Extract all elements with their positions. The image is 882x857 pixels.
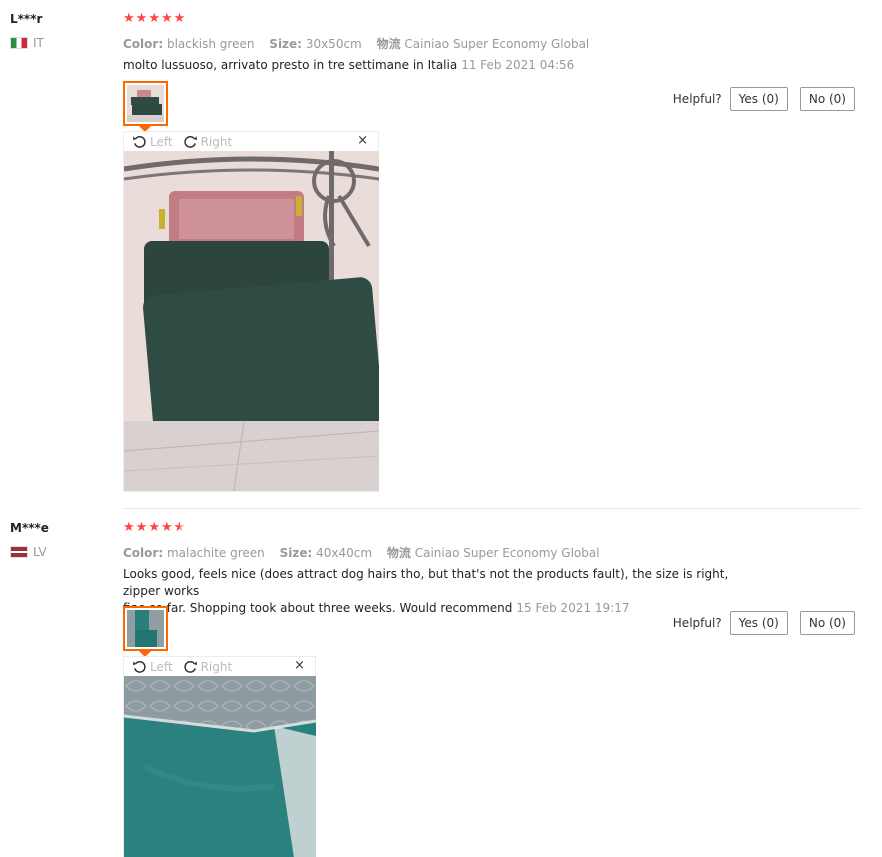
helpful-vote: Helpful? Yes (0) No (0) [673,611,855,635]
sku-label: Color: [123,37,164,51]
sku-info: Color: blackish green Size: 30x50cm 物流 C… [123,35,600,52]
sku-label: Size: [279,546,313,560]
review-item: M***e LV ★ ★ ★ ★ ★ Color: malachite gree… [0,509,882,857]
rotate-left-button[interactable]: Left [132,134,173,149]
rotate-left-label: Left [150,134,173,149]
star-icon: ★ [135,11,148,26]
review-item: L***r IT ★ ★ ★ ★ ★ Color: blackish green… [0,0,882,508]
photo-viewer: Left Right × [123,656,316,857]
review-body-line: fine so far. Shopping took about three w… [123,601,513,615]
sku-label: 物流 [386,546,411,560]
helpful-label: Helpful? [672,616,722,630]
country-code: LV [33,545,47,559]
rotate-right-icon [183,136,197,148]
review-date: 15 Feb 2021 19:17 [516,601,630,615]
flag-icon [10,546,28,558]
sku-label: 物流 [376,37,401,51]
rotate-right-label: Right [200,659,233,674]
star-icon: ★ [148,520,160,535]
photo-thumbnail[interactable] [123,81,168,132]
star-rating: ★ ★ ★ ★ ★ [123,520,186,536]
star-icon: ★ [148,11,160,26]
rotate-left-icon [132,136,146,148]
review-photo[interactable] [124,151,379,491]
sku-value: Cainiao Super Economy Global [414,546,600,560]
star-icon: ★ [123,11,135,26]
rotate-left-label: Left [150,659,173,674]
photo-viewer: Left Right × [123,131,379,492]
helpful-yes-button[interactable]: Yes (0) [729,611,788,635]
flag-icon [10,37,28,49]
rotate-right-button[interactable]: Right [183,134,233,149]
sku-label: Color: [123,546,164,560]
photo-thumbnail[interactable] [123,606,168,657]
viewer-toolbar: Left Right × [124,657,315,676]
sku-label: Size: [269,37,302,51]
star-icon: ★ [135,520,148,535]
star-rating: ★ ★ ★ ★ ★ [123,12,185,26]
rotate-right-label: Right [200,134,233,149]
sku-value: malachite green [166,546,265,560]
star-icon: ★ [123,520,135,535]
country-code: IT [33,36,44,50]
review-photo[interactable] [124,676,316,857]
helpful-no-button[interactable]: No (0) [799,611,855,635]
helpful-label: Helpful? [672,92,722,106]
reviewer-country: LV [10,545,47,559]
rotate-right-icon [183,661,197,673]
review-body: molto lussuoso, arrivato presto in tre s… [123,58,458,72]
sku-value: Cainiao Super Economy Global [404,37,590,51]
reviewer-name: L***r [10,12,43,26]
sku-value: 30x50cm [305,37,362,51]
close-icon[interactable]: × [294,658,305,673]
star-half-icon: ★ [174,521,186,536]
reviewer-name: M***e [10,521,49,535]
sku-info: Color: malachite green Size: 40x40cm 物流 … [123,544,611,561]
helpful-no-button[interactable]: No (0) [799,87,855,111]
review-text: molto lussuoso, arrivato presto in tre s… [123,57,763,74]
viewer-toolbar: Left Right × [124,132,378,151]
review-date: 11 Feb 2021 04:56 [461,58,575,72]
helpful-yes-button[interactable]: Yes (0) [729,87,788,111]
rotate-right-button[interactable]: Right [183,659,233,674]
reviewer-country: IT [10,36,44,50]
review-body-line: Looks good, feels nice (does attract dog… [123,567,729,598]
review-text: Looks good, feels nice (does attract dog… [123,566,763,617]
sku-value: blackish green [166,37,255,51]
star-icon: ★ [160,11,173,26]
thumbnail-image [127,85,164,122]
thumbnail-image [127,610,164,647]
rotate-left-icon [132,661,146,673]
close-icon[interactable]: × [357,133,368,148]
helpful-vote: Helpful? Yes (0) No (0) [673,87,855,111]
star-icon: ★ [160,520,173,535]
rotate-left-button[interactable]: Left [132,659,173,674]
star-icon: ★ [173,11,186,26]
sku-value: 40x40cm [316,546,373,560]
